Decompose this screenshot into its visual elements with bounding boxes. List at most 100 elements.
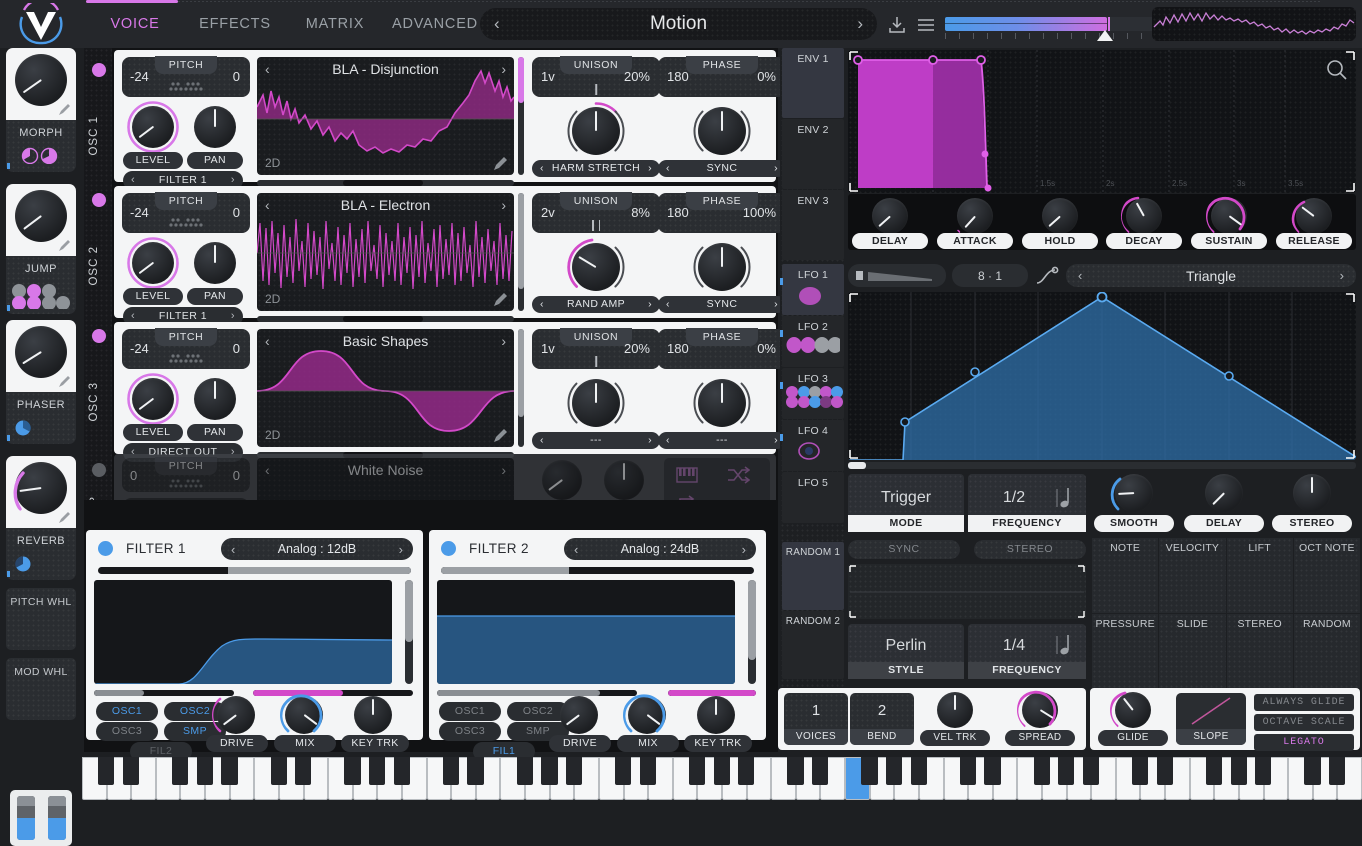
osc2-pan-knob[interactable]	[194, 242, 236, 284]
lfo-frequency-control[interactable]: 1/2 FREQUENCY	[968, 474, 1086, 532]
env-hold-knob[interactable]	[1042, 198, 1078, 234]
black-key[interactable]	[861, 757, 877, 785]
black-key[interactable]	[517, 757, 533, 785]
spread-knob[interactable]	[1022, 692, 1058, 728]
smp-pan-knob[interactable]	[604, 460, 644, 500]
black-key[interactable]	[984, 757, 1000, 785]
osc2-unison-box[interactable]: UNISON 2v 8%	[532, 193, 660, 233]
tab-effects[interactable]: EFFECTS	[185, 16, 285, 32]
osc3-wavetable[interactable]: ‹ Basic Shapes › 2D	[257, 329, 514, 447]
black-key[interactable]	[123, 757, 139, 785]
osc1-enable-led[interactable]	[92, 63, 106, 77]
osc2-pitch-box[interactable]: PITCH -24 0	[122, 193, 250, 233]
black-key[interactable]	[1132, 757, 1148, 785]
osc3-unison-box[interactable]: UNISON 1v 20%	[532, 329, 660, 369]
black-key[interactable]	[1157, 757, 1173, 785]
osc1-sync-selector[interactable]: ‹SYNC›	[658, 160, 786, 177]
osc2-sync-knob[interactable]	[698, 243, 746, 291]
source-lift[interactable]: LIFT	[1227, 538, 1293, 613]
edit-pencil-icon[interactable]	[58, 103, 71, 116]
download-icon[interactable]	[886, 14, 908, 35]
source-random[interactable]: RANDOM	[1294, 614, 1360, 689]
smp-pitch-box[interactable]: PITCH 0 0	[122, 458, 250, 492]
filter1-type-selector[interactable]: ‹ Analog : 12dB ›	[221, 538, 413, 560]
edit-pencil-icon[interactable]	[493, 292, 508, 307]
osc1-pitch-box[interactable]: PITCH -24 0	[122, 57, 250, 97]
osc3-level-knob[interactable]	[132, 378, 174, 420]
source-note[interactable]: NOTE	[1092, 538, 1158, 613]
modulator-env1[interactable]: ENV 1	[782, 48, 844, 118]
envelope-graph[interactable]: 1.5s 2s 2.5s 3s 3.5s	[848, 50, 1356, 193]
tab-matrix[interactable]: MATRIX	[285, 16, 385, 32]
osc2-rand-amp-knob[interactable]	[572, 243, 620, 291]
black-key[interactable]	[443, 757, 459, 785]
lfo-graph[interactable]	[848, 292, 1356, 460]
env-decay-knob[interactable]	[1126, 198, 1162, 234]
black-key[interactable]	[1255, 757, 1271, 785]
osc2-wt-next[interactable]: ›	[501, 197, 506, 213]
voices-control[interactable]: 1 VOICES	[784, 693, 848, 745]
osc2-wavetable-view[interactable]: 2D	[265, 292, 280, 306]
osc1-phase-box[interactable]: PHASE 180 0%	[658, 57, 786, 97]
app-logo[interactable]	[10, 3, 72, 47]
lfo-draw-tool[interactable]	[848, 264, 946, 287]
osc2-phase-box[interactable]: PHASE 180 100%	[658, 193, 786, 233]
edit-pencil-icon[interactable]	[58, 375, 71, 388]
black-key[interactable]	[1304, 757, 1320, 785]
osc1-wavetable-position[interactable]	[518, 57, 524, 175]
lfo-shape-selector[interactable]: ‹ Triangle ›	[1066, 264, 1356, 287]
modulator-lfo1[interactable]: LFO 1	[782, 264, 844, 315]
filter2-enable-led[interactable]	[441, 541, 456, 556]
black-key[interactable]	[1083, 757, 1099, 785]
black-key[interactable]	[640, 757, 656, 785]
black-key[interactable]	[689, 757, 705, 785]
black-key[interactable]	[714, 757, 730, 785]
osc1-wavetable[interactable]: ‹ BLA - Disjunction › 2D	[257, 57, 514, 175]
lfo-position-bar[interactable]	[848, 462, 1356, 469]
filter1-src-osc1[interactable]: OSC1	[96, 702, 158, 721]
black-key[interactable]	[812, 757, 828, 785]
osc2-wavetable-position[interactable]	[518, 193, 524, 311]
tab-voice[interactable]: VOICE	[85, 16, 185, 32]
random-style-control[interactable]: Perlin STYLE	[848, 624, 964, 679]
legato-toggle[interactable]: LEGATO	[1254, 734, 1354, 751]
macro-knob-reverb[interactable]	[15, 462, 67, 514]
black-key[interactable]	[886, 757, 902, 785]
osc1-sync-knob[interactable]	[698, 107, 746, 155]
modulator-random1[interactable]: RANDOM 1	[782, 542, 844, 610]
black-key[interactable]	[344, 757, 360, 785]
osc3-knob1-selector[interactable]: ‹---›	[532, 432, 660, 449]
filter2-drive-knob[interactable]	[560, 696, 598, 734]
osc3-enable-led[interactable]	[92, 329, 106, 343]
osc1-level-knob[interactable]	[132, 106, 174, 148]
filter2-mix-knob[interactable]	[628, 696, 666, 734]
env-attack-knob[interactable]	[957, 198, 993, 234]
osc1-harm-stretch-knob[interactable]	[572, 107, 620, 155]
filter1-drive-knob[interactable]	[217, 696, 255, 734]
osc2-wavetable[interactable]: ‹ BLA - Electron › 2D	[257, 193, 514, 311]
menu-icon[interactable]	[915, 14, 937, 35]
smp-next[interactable]: ›	[501, 462, 506, 478]
osc2-sync-selector[interactable]: ‹SYNC›	[658, 296, 786, 313]
black-key[interactable]	[467, 757, 483, 785]
osc3-pan-knob[interactable]	[194, 378, 236, 420]
bend-control[interactable]: 2 BEND	[850, 693, 914, 745]
curve-icon[interactable]	[1034, 266, 1060, 286]
vel-trk-knob[interactable]	[937, 692, 973, 728]
black-key[interactable]	[738, 757, 754, 785]
osc1-unison-box[interactable]: UNISON 1v 20%	[532, 57, 660, 97]
black-key[interactable]	[1329, 757, 1345, 785]
black-key[interactable]	[787, 757, 803, 785]
filter1-enable-led[interactable]	[98, 541, 113, 556]
filter1-cutoff-bar[interactable]	[98, 567, 411, 574]
modulator-env2[interactable]: ENV 2	[782, 119, 844, 189]
pitch-wheel[interactable]	[17, 796, 35, 840]
black-key[interactable]	[1058, 757, 1074, 785]
osc3-knob2[interactable]	[698, 379, 746, 427]
random-sync-button[interactable]: SYNC	[848, 540, 960, 559]
filter1-response-graph[interactable]	[94, 580, 392, 684]
lfo-stereo-knob[interactable]	[1293, 474, 1331, 512]
mod-wheel[interactable]	[48, 796, 66, 840]
edit-pencil-icon[interactable]	[493, 156, 508, 171]
preset-next-button[interactable]: ›	[857, 14, 863, 34]
